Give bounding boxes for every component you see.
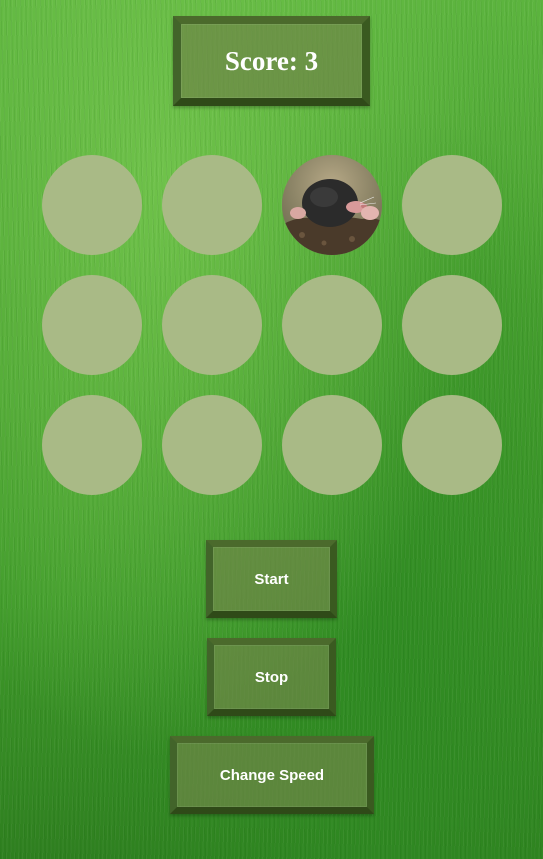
change-speed-button-label: Change Speed xyxy=(219,766,325,784)
mole-hole-5[interactable] xyxy=(42,275,142,375)
start-button[interactable]: Start xyxy=(206,540,337,618)
score-panel: Score: 3 xyxy=(173,16,370,106)
mole-hole-4[interactable] xyxy=(402,155,502,255)
change-speed-button[interactable]: Change Speed xyxy=(170,736,374,814)
score-text: Score: 3 xyxy=(224,45,319,76)
mole-hole-3[interactable] xyxy=(282,155,382,255)
stop-button-label: Stop xyxy=(254,668,289,686)
mole-hole-12[interactable] xyxy=(402,395,502,495)
mole-hole-11[interactable] xyxy=(282,395,382,495)
mole-hole-7[interactable] xyxy=(282,275,382,375)
start-button-label: Start xyxy=(254,570,289,588)
mole-hole-10[interactable] xyxy=(162,395,262,495)
mole-hole-1[interactable] xyxy=(42,155,142,255)
mole-hole-6[interactable] xyxy=(162,275,262,375)
mole-hole-8[interactable] xyxy=(402,275,502,375)
stop-button[interactable]: Stop xyxy=(207,638,336,716)
mole-hole-2[interactable] xyxy=(162,155,262,255)
mole-icon[interactable] xyxy=(282,155,382,255)
mole-hole-9[interactable] xyxy=(42,395,142,495)
